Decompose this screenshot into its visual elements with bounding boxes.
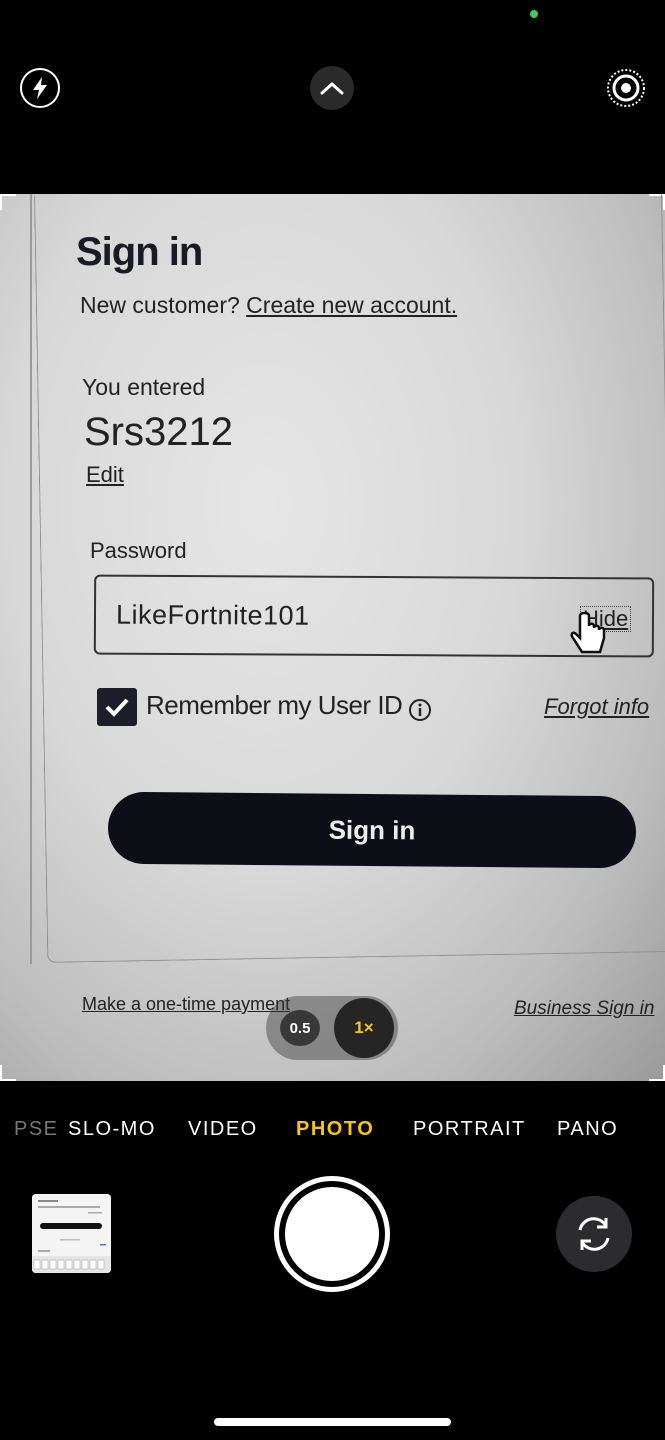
viewfinder-corner [0, 1065, 16, 1081]
signin-title: Sign in [76, 230, 203, 274]
password-value: LikeFortnite101 [115, 599, 310, 631]
home-indicator[interactable] [214, 1418, 451, 1426]
mode-timelapse[interactable]: PSE [14, 1118, 59, 1141]
zoom-0.5-button[interactable]: 0.5 [280, 1010, 320, 1046]
new-customer-line: New customer? Create new account. [80, 292, 457, 319]
remember-user-id-label: Remember my User ID [146, 690, 403, 720]
entered-username: Srs3212 [84, 410, 233, 454]
mode-portrait[interactable]: PORTRAIT [413, 1118, 526, 1141]
password-label: Password [90, 538, 187, 563]
mode-pano[interactable]: PANO [557, 1118, 618, 1141]
camera-in-use-indicator [530, 10, 538, 18]
create-account-link: Create new account. [246, 292, 458, 318]
info-icon [409, 699, 431, 721]
lightning-bolt-icon [33, 77, 47, 99]
chevron-up-icon [320, 82, 344, 95]
live-photo-button[interactable] [606, 68, 646, 108]
last-photo-thumbnail[interactable] [32, 1194, 111, 1273]
edit-link: Edit [86, 462, 124, 487]
you-entered-label: You entered [82, 374, 206, 400]
viewfinder-corner [0, 194, 16, 210]
thumbnail-preview-image [32, 1194, 111, 1273]
shutter-button[interactable] [274, 1176, 390, 1292]
live-photo-icon [607, 69, 645, 107]
camera-controls-toggle[interactable] [310, 66, 354, 110]
flip-camera-button[interactable] [556, 1196, 632, 1272]
zoom-1x-button[interactable]: 1× [334, 998, 394, 1058]
checkmark-icon [105, 698, 129, 717]
camera-flip-icon [578, 1217, 610, 1251]
hand-cursor-icon [570, 612, 606, 654]
mode-slo-mo[interactable]: SLO-MO [68, 1118, 156, 1141]
business-signin-link: Business Sign in [514, 998, 655, 1019]
shutter-inner [285, 1187, 379, 1281]
flash-button[interactable] [20, 68, 60, 108]
screen-card-edge [30, 194, 32, 964]
viewfinder-corner [649, 1065, 665, 1081]
new-customer-text: New customer? [80, 292, 240, 318]
onetime-payment-link: Make a one-time payment [82, 994, 291, 1014]
signin-button: Sign in [107, 791, 637, 869]
forgot-info-link: Forgot info [544, 694, 650, 719]
remember-checkbox [97, 688, 137, 726]
mode-video[interactable]: VIDEO [188, 1118, 258, 1141]
camera-viewfinder[interactable]: Sign in New customer? Create new account… [0, 194, 665, 1081]
mode-photo[interactable]: PHOTO [296, 1118, 374, 1141]
